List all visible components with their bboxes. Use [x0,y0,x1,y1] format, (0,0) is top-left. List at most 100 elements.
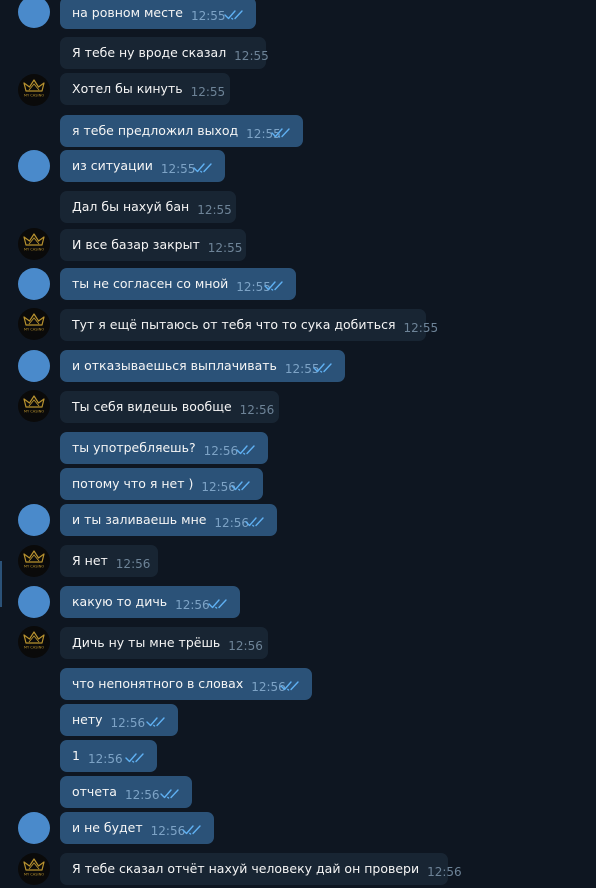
incoming-message-bubble[interactable]: Я нет 12:56 [60,545,158,577]
crown-logo-icon: MY CASINO [23,631,45,650]
outgoing-message-bubble[interactable]: и отказываешься выплачивать 12:55 [60,350,345,382]
crown-logo-icon: MY CASINO [23,858,45,877]
crown-logo-icon: MY CASINO [23,395,45,414]
crown-logo-icon: MY CASINO [23,79,45,98]
read-receipt-double-check-icon [208,599,227,609]
read-receipt-double-check-icon [280,681,299,691]
message-time: 12:55 [190,9,226,23]
incoming-message-bubble[interactable]: Я тебе ну вроде сказал 12:55 [60,37,269,69]
outgoing-message-bubble[interactable]: ты не согласен со мной 12:55 [60,268,296,300]
message-text: что непонятного в словах [72,676,244,691]
user-avatar[interactable] [18,586,50,618]
read-receipt-double-check-icon [125,753,144,763]
user-avatar[interactable] [18,812,50,844]
message-text: Хотел бы кинуть [72,81,183,96]
user-avatar[interactable] [18,350,50,382]
contact-avatar[interactable]: MY CASINO [18,626,50,658]
read-receipt-double-check-icon [146,717,165,727]
incoming-message-bubble[interactable]: Ты себя видешь вообще 12:56 [60,391,279,423]
outgoing-message-bubble[interactable]: отчета 12:56 [60,776,192,808]
message-time: 12:55 [160,162,196,176]
read-receipt-double-check-icon [182,825,201,835]
message-text: ты употребляешь? [72,440,196,455]
incoming-message-bubble[interactable]: Дал бы нахуй бан 12:55 [60,191,236,223]
user-avatar[interactable] [18,504,50,536]
outgoing-message-bubble[interactable]: какую то дичь 12:56 [60,586,240,618]
message-time: 12:56 [214,516,250,530]
message-text: Тут я ещё пытаюсь от тебя что то сука до… [72,317,396,332]
message-text: и не будет [72,820,143,835]
outgoing-message-bubble[interactable]: потому что я нет ) 12:56 [60,468,263,500]
message-time: 12:56 [427,865,462,879]
crown-logo-icon: MY CASINO [23,313,45,332]
read-receipt-double-check-icon [224,10,243,20]
message-time: 12:56 [88,752,123,766]
message-text: Я нет [72,553,108,568]
incoming-message-bubble[interactable]: Я тебе сказал отчёт нахуй человеку дай о… [60,853,462,885]
outgoing-message-bubble[interactable]: ты употребляешь? 12:56 [60,432,268,464]
crown-logo-icon: MY CASINO [23,550,45,569]
message-time: 12:56 [239,403,275,417]
message-text: на ровном месте [72,5,183,20]
message-time: 12:56 [110,716,146,730]
svg-text:MY CASINO: MY CASINO [24,94,44,98]
message-time: 12:55 [234,49,269,63]
read-receipt-double-check-icon [271,128,290,138]
incoming-message-bubble[interactable]: Тут я ещё пытаюсь от тебя что то сука до… [60,309,438,341]
outgoing-message-bubble[interactable]: и ты заливаешь мне 12:56 [60,504,277,536]
read-receipt-double-check-icon [160,789,179,799]
message-time: 12:56 [150,824,186,838]
message-text: Ты себя видешь вообще [72,399,232,414]
message-time: 12:55 [403,321,439,335]
svg-text:MY CASINO: MY CASINO [24,646,44,650]
read-receipt-double-check-icon [313,363,332,373]
contact-avatar[interactable]: MY CASINO [18,228,50,260]
incoming-message-bubble[interactable]: И все базар закрыт 12:55 [60,229,246,261]
outgoing-message-bubble[interactable]: 1 12:56 [60,740,157,772]
read-receipt-double-check-icon [193,163,212,173]
message-text: Я тебе сказал отчёт нахуй человеку дай о… [72,861,420,876]
message-time: 12:56 [203,444,239,458]
contact-avatar[interactable]: MY CASINO [18,308,50,340]
message-time: 12:56 [228,639,263,653]
contact-avatar[interactable]: MY CASINO [18,390,50,422]
user-avatar[interactable] [18,0,50,28]
incoming-message-bubble[interactable]: Хотел бы кинуть 12:55 [60,73,230,105]
message-text: я тебе предложил выход [72,123,239,138]
message-time: 12:56 [115,557,151,571]
svg-text:MY CASINO: MY CASINO [24,873,44,877]
contact-avatar[interactable]: MY CASINO [18,74,50,106]
user-avatar[interactable] [18,150,50,182]
user-avatar[interactable] [18,268,50,300]
read-receipt-double-check-icon [236,445,255,455]
message-text: потому что я нет ) [72,476,194,491]
message-text: из ситуации [72,158,153,173]
outgoing-message-bubble[interactable]: из ситуации 12:55 [60,150,225,182]
message-text: Дал бы нахуй бан [72,199,190,214]
message-time: 12:56 [124,788,160,802]
message-time: 12:55 [207,241,243,255]
message-text: 1 [72,748,80,763]
selection-edge-indicator [0,561,2,607]
message-text: и ты заливаешь мне [72,512,207,527]
message-text: какую то дичь [72,594,168,609]
contact-avatar[interactable]: MY CASINO [18,853,50,885]
outgoing-message-bubble[interactable]: нету 12:56 [60,704,178,736]
read-receipt-double-check-icon [231,481,250,491]
message-time: 12:55 [190,85,226,99]
outgoing-message-bubble[interactable]: я тебе предложил выход 12:55 [60,115,303,147]
svg-text:MY CASINO: MY CASINO [24,565,44,569]
svg-text:MY CASINO: MY CASINO [24,328,44,332]
chat-message-list[interactable]: на ровном месте 12:55 Я тебе ну вроде сказ… [0,0,596,888]
outgoing-message-bubble[interactable]: что непонятного в словах 12:56 [60,668,312,700]
message-text: И все базар закрыт [72,237,200,252]
svg-text:MY CASINO: MY CASINO [24,410,44,414]
message-text: и отказываешься выплачивать [72,358,277,373]
outgoing-message-bubble[interactable]: на ровном месте 12:55 [60,0,256,29]
message-text: ты не согласен со мной [72,276,229,291]
incoming-message-bubble[interactable]: Дичь ну ты мне трёшь 12:56 [60,627,268,659]
outgoing-message-bubble[interactable]: и не будет 12:56 [60,812,214,844]
contact-avatar[interactable]: MY CASINO [18,545,50,577]
read-receipt-double-check-icon [264,281,283,291]
message-time: 12:55 [197,203,232,217]
